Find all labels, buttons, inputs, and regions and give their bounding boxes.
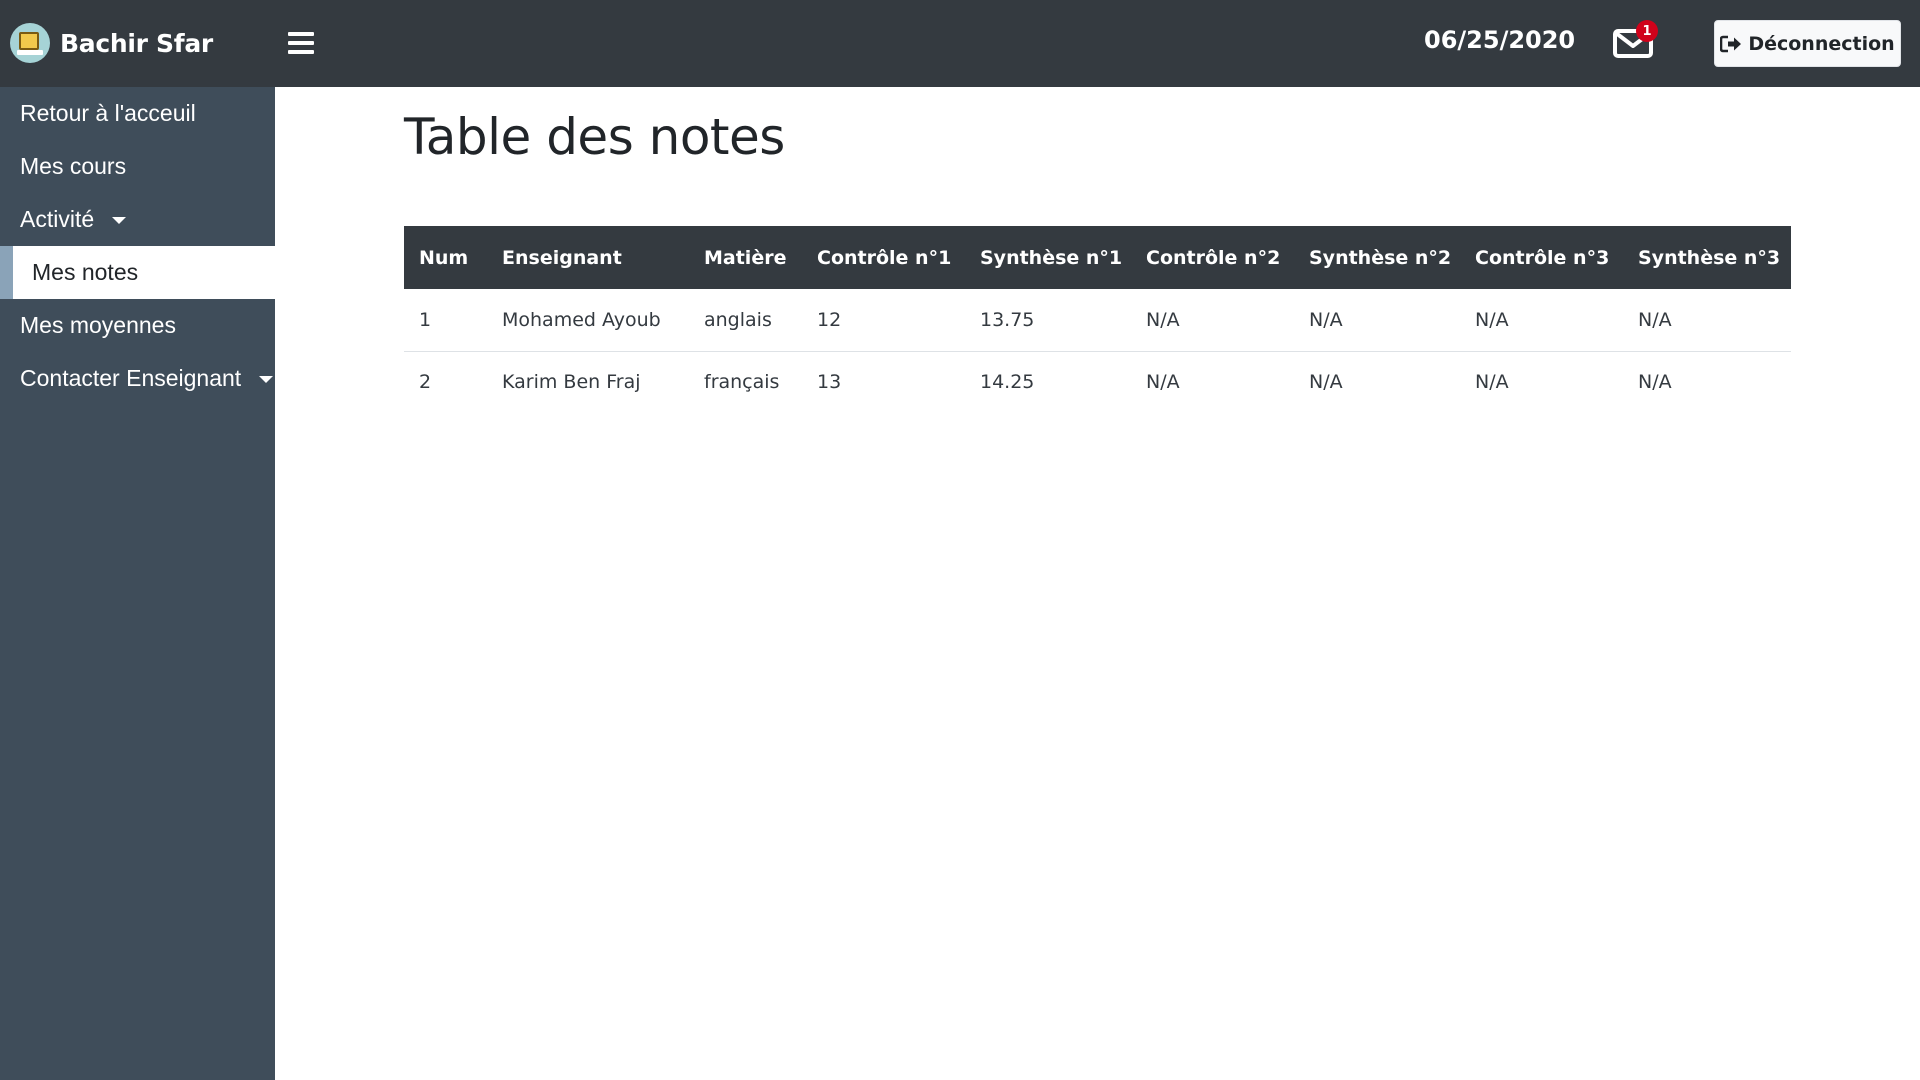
brand-logo-icon — [10, 23, 50, 63]
brand-name: Bachir Sfar — [60, 28, 213, 58]
table-cell: 2 — [419, 371, 432, 394]
top-navbar: Bachir Sfar 06/25/2020 1 Déconnection — [0, 0, 1920, 87]
column-header: Synthèse n°2 — [1294, 226, 1460, 289]
column-header: Contrôle n°1 — [802, 226, 965, 289]
column-header: Synthèse n°1 — [965, 226, 1131, 289]
column-header: Enseignant — [487, 226, 689, 289]
column-header: Synthèse n°3 — [1623, 226, 1791, 289]
column-header: Contrôle n°3 — [1460, 226, 1623, 289]
table-cell: anglais — [689, 289, 802, 352]
sign-out-icon — [1720, 35, 1742, 52]
caret-down-icon — [112, 217, 127, 224]
current-date: 06/25/2020 — [1424, 26, 1576, 54]
sidebar-item-activity[interactable]: Activité — [0, 193, 275, 246]
logout-label: Déconnection — [1748, 32, 1895, 55]
table-cell: Karim Ben Fraj — [502, 371, 641, 394]
table-cell: N/A — [1146, 371, 1180, 394]
sidebar-item-contact-teacher[interactable]: Contacter Enseignant — [0, 352, 275, 405]
brand[interactable]: Bachir Sfar — [10, 22, 213, 64]
table-cell: 14.25 — [980, 371, 1035, 394]
sidebar-item-grades[interactable]: Mes notes — [0, 246, 275, 299]
sidebar: Retour à l'acceuil Mes cours Activité Me… — [0, 87, 275, 1080]
table-cell: N/A — [1460, 289, 1623, 352]
sidebar-item-label: Mes moyennes — [20, 312, 176, 338]
grades-table: Num Enseignant Matière Contrôle n°1 Synt… — [404, 226, 1791, 413]
table-cell: 13 — [817, 371, 842, 394]
sidebar-item-label: Mes cours — [20, 153, 127, 179]
table-cell: N/A — [1131, 289, 1294, 352]
caret-down-icon — [259, 376, 274, 383]
table-row: 1 Mohamed Ayoub anglais 12 13.75 N/A N/A… — [404, 289, 1791, 352]
table-cell: N/A — [1638, 371, 1672, 394]
sidebar-item-home[interactable]: Retour à l'acceuil — [0, 87, 275, 140]
messages-button[interactable]: 1 — [1612, 20, 1658, 60]
column-header: Contrôle n°2 — [1131, 226, 1294, 289]
table-cell: N/A — [1623, 289, 1791, 352]
table-header-row: Num Enseignant Matière Contrôle n°1 Synt… — [404, 226, 1791, 289]
table-cell: N/A — [1309, 371, 1343, 394]
logout-button[interactable]: Déconnection — [1714, 20, 1901, 67]
table-cell: 12 — [802, 289, 965, 352]
menu-toggle-icon[interactable] — [287, 30, 315, 56]
table-cell: Mohamed Ayoub — [487, 289, 689, 352]
sidebar-item-averages[interactable]: Mes moyennes — [0, 299, 275, 352]
sidebar-item-courses[interactable]: Mes cours — [0, 140, 275, 193]
table-cell: N/A — [1475, 371, 1509, 394]
page-title: Table des notes — [404, 108, 785, 166]
column-header: Num — [404, 226, 487, 289]
table-cell: N/A — [1294, 289, 1460, 352]
unread-badge: 1 — [1636, 20, 1658, 42]
table-cell: 13.75 — [965, 289, 1131, 352]
table-row: 2 Karim Ben Fraj français 13 14.25 N/A N… — [404, 351, 1791, 413]
column-header: Matière — [689, 226, 802, 289]
table-cell: 1 — [404, 289, 487, 352]
sidebar-item-label: Mes notes — [32, 259, 139, 285]
sidebar-item-label: Contacter Enseignant — [20, 365, 242, 391]
sidebar-item-label: Retour à l'acceuil — [20, 100, 196, 126]
table-cell: français — [704, 371, 780, 394]
sidebar-item-label: Activité — [20, 206, 95, 232]
